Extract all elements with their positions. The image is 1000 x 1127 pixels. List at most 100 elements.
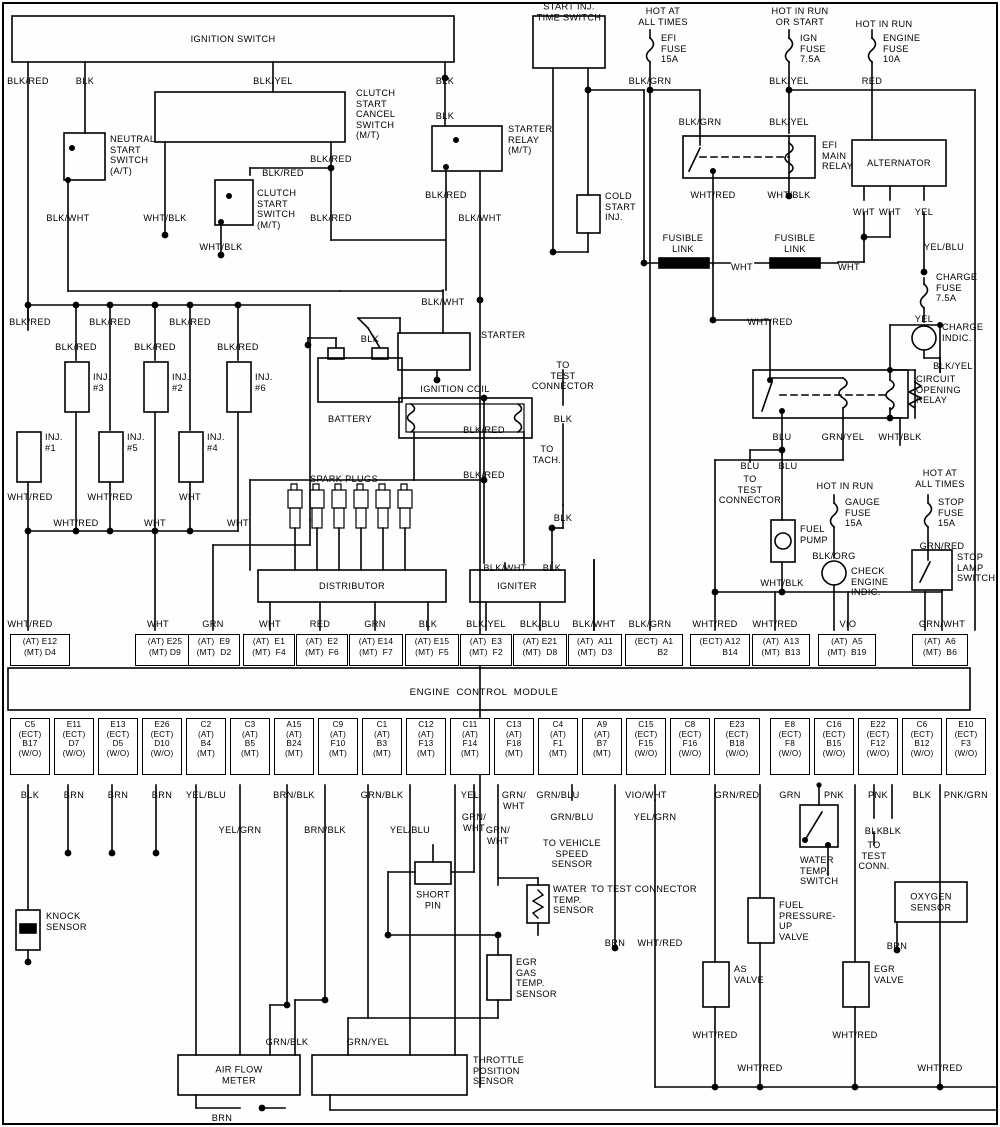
ecm-connector-bottom-2[interactable]: E13 (ECT) D5 (W/O) (98, 718, 138, 775)
ecm-connector-bottom-21[interactable]: E10 (ECT) F3 (W/O) (946, 718, 986, 775)
ecm-connector-bottom-8[interactable]: C1 (AT) B3 (MT) (362, 718, 402, 775)
wire-label-21: WHT (838, 262, 860, 272)
ecm-connector-bottom-14[interactable]: C15 (ECT) F15 (W/O) (626, 718, 666, 775)
wire-label-1: BLK (75, 76, 95, 86)
ecm-connector-bottom-1[interactable]: E11 (ECT) D7 (W/O) (54, 718, 94, 775)
lower-wire-label-13: WHT/RED (737, 1063, 783, 1073)
ecm-top-wire-label-3: WHT (259, 619, 281, 629)
injector-wire-label-7: WHT/RED (87, 492, 133, 502)
fusible-link-2-label: FUSIBLE LINK (774, 233, 816, 254)
ecm-connector-bottom-9[interactable]: C12 (AT) F13 (MT) (406, 718, 446, 775)
engine-control-module-label: ENGINE CONTROL MODULE (409, 686, 559, 698)
injector-5-label: INJ. #5 (127, 432, 145, 453)
ecm-connector-bottom-16[interactable]: E23 (ECT) B18 (W/O) (714, 718, 760, 775)
ecm-connector-top-10[interactable]: (ECT) A1 B2 (625, 634, 683, 666)
conn-line-0: E23 (729, 720, 745, 729)
conn-line-1: (ECT) (725, 729, 749, 739)
conn-line-2: D10 (154, 739, 170, 749)
conn-line-2: B24 (286, 739, 302, 749)
lower-wire-label-10: WHT/RED (637, 938, 683, 948)
ecm-connector-bottom-7[interactable]: C9 (AT) F10 (MT) (318, 718, 358, 775)
wire-label-26: YEL (914, 314, 934, 324)
ecm-connector-bottom-11[interactable]: C13 (AT) F18 (MT) (494, 718, 534, 775)
conn-line-0: C16 (826, 720, 842, 729)
to-test-connector-2-label: TO TEST CONNECTOR (718, 474, 782, 505)
conn-line-2: B12 (914, 739, 930, 749)
conn-line-2: F14 (462, 739, 478, 749)
ecm-bottom-wire-label-18: PNK (824, 790, 844, 800)
wire-label-40: WHT/BLK (760, 578, 804, 588)
ecm-connector-bottom-15[interactable]: C8 (ECT) F16 (W/O) (670, 718, 710, 775)
ecm-connector-top-13[interactable]: (AT) A5 (MT) B19 (818, 634, 876, 666)
ecm-connector-bottom-19[interactable]: E22 (ECT) F12 (W/O) (858, 718, 898, 775)
ecm-bottom-wire-label-0: BLK (20, 790, 40, 800)
lower-wire-label-11: WHT/RED (692, 1030, 738, 1040)
ecm-connector-top-7[interactable]: (AT) E3 (MT) F2 (460, 634, 512, 666)
ecm-connector-top-0[interactable]: (AT) E12 (MT) D4 (10, 634, 70, 666)
ignition-coil-label: IGNITION COIL (420, 383, 490, 394)
ecm-bottom-wire-label-21: PNK/GRN (943, 790, 989, 800)
conn-line-3: (W/O) (634, 748, 658, 758)
conn-code-mt: (MT) F2 (469, 646, 503, 657)
ecm-connector-top-3[interactable]: (AT) E1 (MT) F4 (243, 634, 295, 666)
wire-label-41: BLK/RED (463, 425, 505, 435)
conn-line-3: (W/O) (678, 748, 702, 758)
ecm-connector-top-9[interactable]: (AT) A11 (MT) D3 (568, 634, 622, 666)
ecm-connector-top-8[interactable]: (AT) E21 (MT) D8 (513, 634, 567, 666)
ecm-connector-top-2[interactable]: (AT) E9 (MT) D2 (188, 634, 240, 666)
conn-code-at: (AT) E2 (305, 636, 339, 646)
conn-code-at: (AT) E9 (197, 636, 231, 646)
conn-code-mt: (MT) B6 (922, 646, 958, 657)
ecm-connector-bottom-20[interactable]: C6 (ECT) B12 (W/O) (902, 718, 942, 775)
hot-in-run-or-start-label: HOT IN RUN OR START (771, 6, 829, 27)
conn-code-at: (AT) A5 (831, 636, 863, 646)
wire-label-33: BLU (772, 432, 792, 442)
conn-line-0: E26 (154, 720, 170, 729)
ecm-connector-top-5[interactable]: (AT) E14 (MT) F7 (349, 634, 403, 666)
wire-label-16: BLK/YEL (769, 117, 809, 127)
charge-fuse-label: CHARGE FUSE 7.5A (936, 272, 978, 303)
wire-label-29: WHT/RED (747, 317, 793, 327)
injector-6-label: INJ. #6 (255, 372, 273, 393)
wire-label-44: BLK (542, 563, 562, 573)
ecm-connector-bottom-5[interactable]: C3 (AT) B5 (MT) (230, 718, 270, 775)
stop-fuse-label: STOP FUSE 15A (938, 497, 965, 528)
ecm-connector-top-6[interactable]: (AT) E15 (MT) F5 (405, 634, 459, 666)
ecm-connector-top-14[interactable]: (AT) A6 (MT) B6 (912, 634, 968, 666)
ecm-bottom-wire-label-11: GRN/ WHT (501, 790, 527, 811)
clutch-start-cancel-switch-label: CLUTCH START CANCEL SWITCH (M/T) (356, 88, 396, 140)
ecm-connector-bottom-6[interactable]: A15 (AT) B24 (MT) (274, 718, 314, 775)
conn-code-at: (AT) A13 (762, 636, 800, 646)
ecm-connector-bottom-0[interactable]: C5 (ECT) B17 (W/O) (10, 718, 50, 775)
ecm-connector-bottom-10[interactable]: C11 (AT) F14 (MT) (450, 718, 490, 775)
injector-wire-label-2: BLK/RED (169, 317, 211, 327)
wire-label-10: WHT/BLK (199, 242, 243, 252)
injector-2-label: INJ. #2 (172, 372, 190, 393)
conn-line-1: (AT) (505, 729, 523, 739)
conn-line-0: E8 (784, 720, 796, 729)
conn-line-1: (AT) (373, 729, 391, 739)
ecm-connector-bottom-3[interactable]: E26 (ECT) D10 (W/O) (142, 718, 182, 775)
wire-label-2: BLK/YEL (253, 76, 293, 86)
conn-line-1: (ECT) (910, 729, 934, 739)
ecm-connector-bottom-4[interactable]: C2 (AT) B4 (MT) (186, 718, 226, 775)
ecm-connector-bottom-18[interactable]: C16 (ECT) B15 (W/O) (814, 718, 854, 775)
distributor-label: DISTRIBUTOR (319, 580, 385, 591)
ecm-connector-bottom-17[interactable]: E8 (ECT) F8 (W/O) (770, 718, 810, 775)
injector-wire-label-9: WHT/RED (53, 518, 99, 528)
ecm-connector-bottom-12[interactable]: C4 (AT) F1 (MT) (538, 718, 578, 775)
conn-line-0: C4 (552, 720, 564, 729)
ecm-connector-top-12[interactable]: (AT) A13 (MT) B13 (752, 634, 810, 666)
as-valve-label: AS VALVE (734, 964, 765, 985)
conn-line-2: B18 (729, 739, 745, 749)
ecm-connector-bottom-13[interactable]: A9 (AT) B7 (MT) (582, 718, 622, 775)
ecm-connector-top-1[interactable]: (AT) E25 (MT) D9 (135, 634, 195, 666)
ecm-connector-top-11[interactable]: (ECT) A12 B14 (690, 634, 750, 666)
wire-label-42: BLK/RED (463, 470, 505, 480)
wire-label-43: BLK/WHT (483, 563, 527, 573)
lower-wire-label-2: YEL/BLU (389, 825, 431, 835)
wire-label-4: BLK (435, 111, 455, 121)
conn-line-3: (MT) (196, 748, 216, 758)
ecm-connector-top-4[interactable]: (AT) E2 (MT) F6 (296, 634, 348, 666)
wire-label-22: WHT (853, 207, 875, 217)
